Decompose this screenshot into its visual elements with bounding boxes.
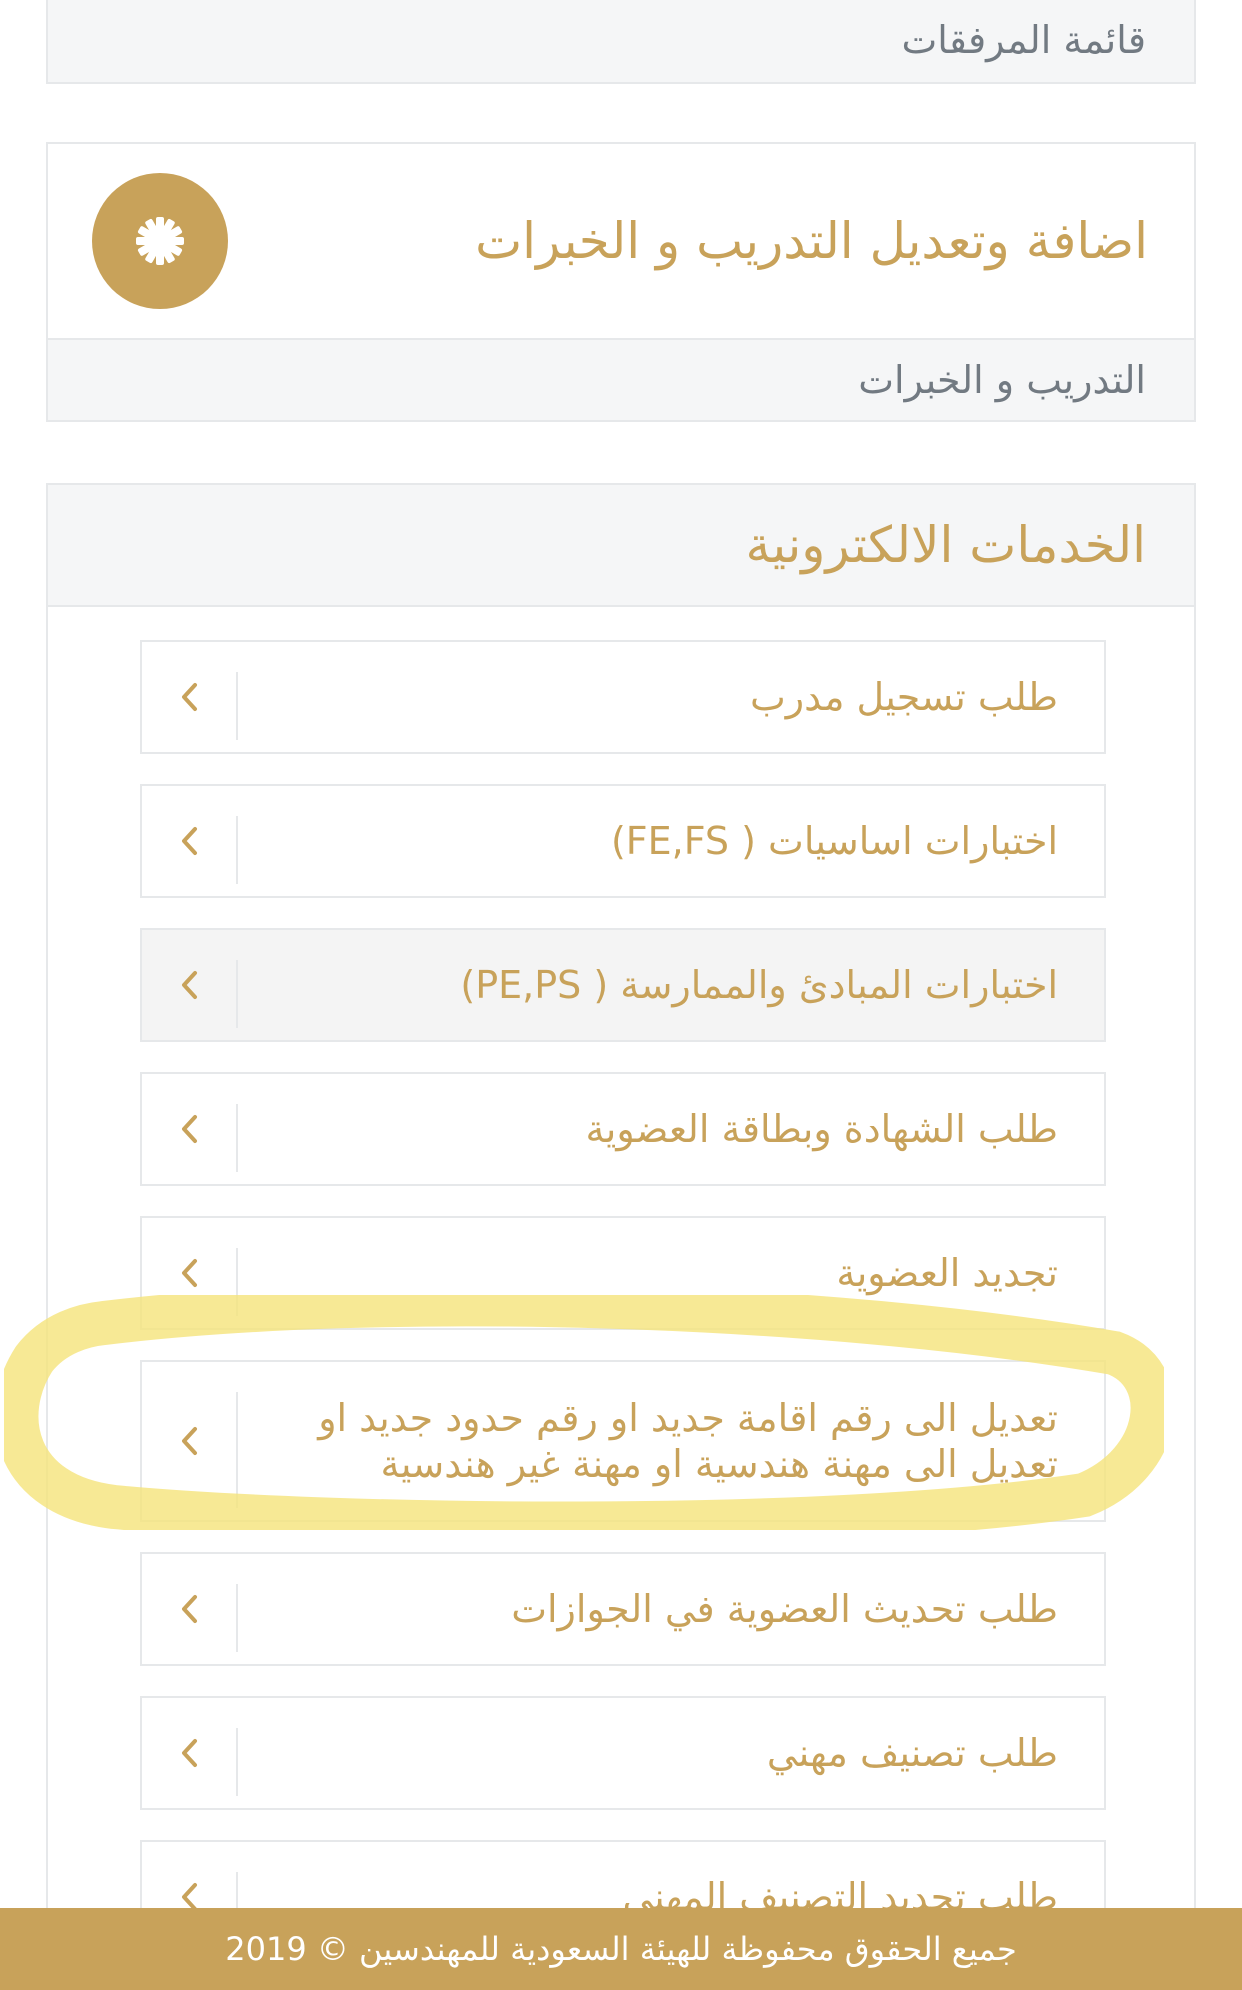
service-label: طلب تحديث العضوية في الجوازات xyxy=(511,1587,1058,1631)
training-header: اضافة وتعديل التدريب و الخبرات xyxy=(48,144,1194,340)
service-label: تعديل الى رقم اقامة جديد او رقم حدود جدي… xyxy=(238,1395,1104,1487)
service-item-pe-ps[interactable]: اختبارات المبادئ والممارسة ( PE,PS) xyxy=(140,928,1106,1042)
chevron-left-icon xyxy=(142,1554,238,1664)
service-label: طلب الشهادة وبطاقة العضوية xyxy=(585,1107,1058,1151)
attachments-card[interactable]: قائمة المرفقات xyxy=(46,0,1196,84)
service-label: تجديد العضوية xyxy=(836,1251,1058,1295)
service-item-update-passports[interactable]: طلب تحديث العضوية في الجوازات xyxy=(140,1552,1106,1666)
service-label-line: تعديل الى مهنة هندسية او مهنة غير هندسية xyxy=(380,1442,1058,1486)
copyright-text: جميع الحقوق محفوظة للهيئة السعودية للمهن… xyxy=(225,1930,1017,1968)
training-title: اضافة وتعديل التدريب و الخبرات xyxy=(475,212,1148,270)
training-card: اضافة وتعديل التدريب و الخبرات التدريب و… xyxy=(46,142,1196,422)
eservices-title: الخدمات الالكترونية xyxy=(745,516,1146,574)
service-label: طلب تسجيل مدرب xyxy=(750,675,1058,719)
eservices-header: الخدمات الالكترونية xyxy=(48,485,1194,607)
footer: جميع الحقوق محفوظة للهيئة السعودية للمهن… xyxy=(0,1908,1242,1990)
eservices-card: الخدمات الالكترونية طلب تسجيل مدرب اختبا… xyxy=(46,483,1196,1990)
service-item-professional-classification[interactable]: طلب تصنيف مهني xyxy=(140,1696,1106,1810)
chevron-left-icon xyxy=(142,1218,238,1328)
service-item-register-trainer[interactable]: طلب تسجيل مدرب xyxy=(140,640,1106,754)
service-label: اختبارات المبادئ والممارسة ( PE,PS) xyxy=(460,963,1058,1007)
service-item-modify-iqama-profession[interactable]: تعديل الى رقم اقامة جديد او رقم حدود جدي… xyxy=(140,1360,1106,1522)
chevron-left-icon xyxy=(142,1362,238,1520)
training-subtitle: التدريب و الخبرات xyxy=(858,358,1146,402)
service-label: طلب تصنيف مهني xyxy=(766,1731,1058,1775)
service-item-renew-membership[interactable]: تجديد العضوية xyxy=(140,1216,1106,1330)
page: قائمة المرفقات اضافة وتعديل التدريب و ال… xyxy=(0,0,1242,1990)
training-link[interactable]: التدريب و الخبرات xyxy=(48,340,1194,420)
chevron-left-icon xyxy=(142,1074,238,1184)
attachments-label: قائمة المرفقات xyxy=(901,18,1146,62)
chevron-left-icon xyxy=(142,786,238,896)
service-item-fe-fs[interactable]: اختبارات اساسيات ( FE,FS) xyxy=(140,784,1106,898)
chevron-left-icon xyxy=(142,642,238,752)
chevron-left-icon xyxy=(142,1698,238,1808)
attachments-link[interactable]: قائمة المرفقات xyxy=(48,0,1194,82)
service-label-line: تعديل الى رقم اقامة جديد او رقم حدود جدي… xyxy=(318,1396,1058,1440)
chevron-left-icon xyxy=(142,930,238,1040)
training-settings-button[interactable] xyxy=(92,173,228,309)
service-item-certificate[interactable]: طلب الشهادة وبطاقة العضوية xyxy=(140,1072,1106,1186)
gear-icon xyxy=(136,217,184,265)
service-label: اختبارات اساسيات ( FE,FS) xyxy=(610,819,1058,863)
